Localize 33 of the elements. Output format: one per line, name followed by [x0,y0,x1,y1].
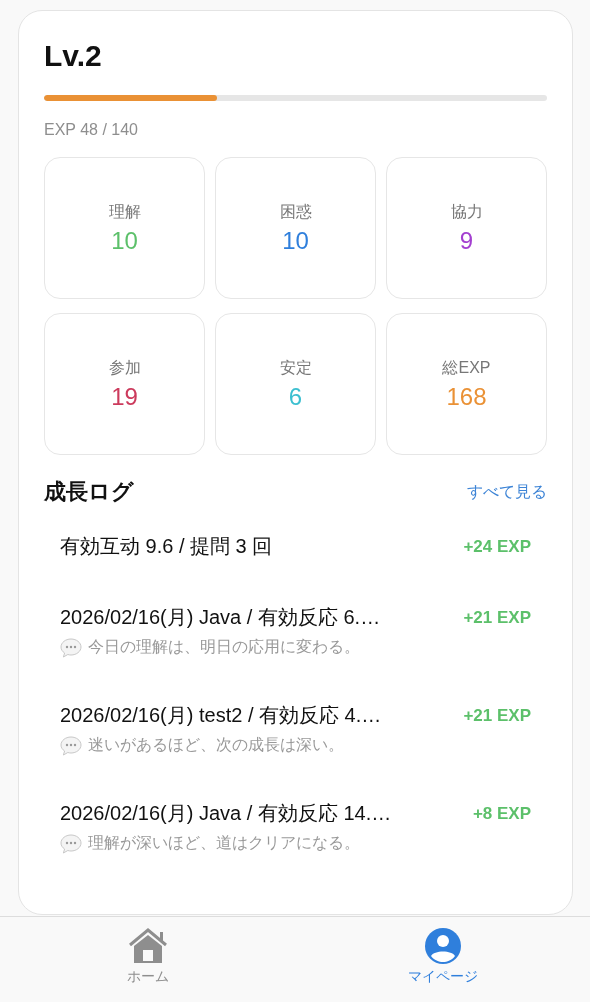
level-title: Lv.2 [44,39,103,73]
stat-label: 総EXP [442,357,491,378]
stat-label: 困惑 [279,201,312,222]
log-entry-title: 有効互动 9.6 / 提問 3 回 [60,534,273,559]
quote-text: 迷いがあるほど、次の成長は深い。 [88,735,344,755]
section-title: 成長ログ [44,478,134,506]
exp-gain: +21 EXP [463,607,531,628]
stat-label: 参加 [108,357,141,378]
stat-label: 理解 [108,201,141,222]
exp-text: EXP 48 / 140 [44,121,139,139]
tab-item[interactable]: マイページ [399,923,486,990]
speech-bubble-icon [60,833,82,854]
stat-value: 168 [446,382,487,411]
exp-gain: +8 EXP [472,803,531,824]
speech-bubble-icon [60,735,82,756]
stat-label: 安定 [279,357,312,378]
stat-value: 19 [111,382,138,411]
log-entry-title: 2026/02/16(月) Java / 有効反応 6.… [60,605,381,630]
stat-value: 6 [288,382,303,411]
stat-value: 10 [111,226,138,255]
log-entry-title: 2026/02/16(月) Java / 有効反応 14.… [60,801,392,826]
speech-bubble-icon [60,637,82,658]
quote-text: 理解が深いほど、道はクリアになる。 [88,833,360,853]
stat-label: 協力 [450,201,483,222]
log-entry-title: 2026/02/16(月) test2 / 有効反応 4.… [60,703,382,728]
see-all-link[interactable]: すべて見る [467,481,547,503]
profile-icon [423,927,462,965]
stat-value: 9 [459,226,474,255]
quote-text: 今日の理解は、明日の応用に変わる。 [88,637,360,657]
exp-gain: +21 EXP [463,705,531,726]
exp-gain: +24 EXP [463,536,531,557]
tab-item[interactable]: ホーム [117,923,178,990]
stat-value: 10 [282,226,309,255]
